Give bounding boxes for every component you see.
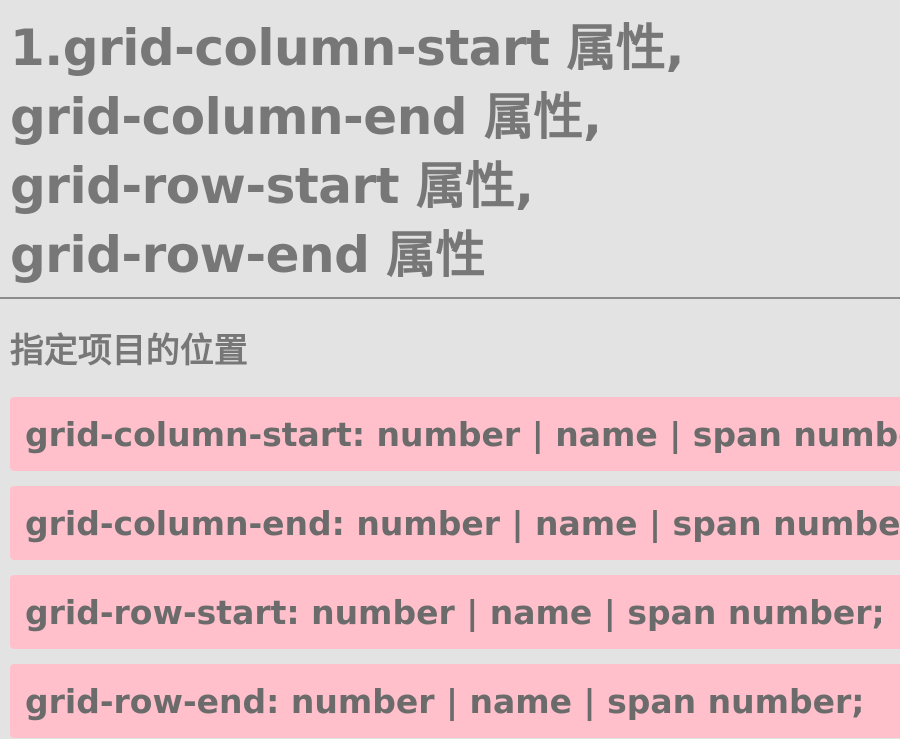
code-item-grid-column-start: grid-column-start: number | name | span … <box>10 397 900 471</box>
code-item-grid-column-end: grid-column-end: number | name | span nu… <box>10 486 900 560</box>
title-line-2: grid-column-end 属性, <box>10 88 602 146</box>
code-item-grid-row-start: grid-row-start: number | name | span num… <box>10 575 900 649</box>
section-subtitle: 指定项目的位置 <box>10 331 248 371</box>
title-line-3: grid-row-start 属性, <box>10 157 534 215</box>
title-line-1: 1.grid-column-start 属性, <box>10 19 684 77</box>
page-title: 1.grid-column-start 属性, grid-column-end … <box>0 0 900 290</box>
code-list: grid-column-start: number | name | span … <box>10 397 900 739</box>
page: 1.grid-column-start 属性, grid-column-end … <box>0 0 900 739</box>
title-line-4: grid-row-end 属性 <box>10 226 486 284</box>
divider <box>0 297 900 299</box>
code-item-grid-row-end: grid-row-end: number | name | span numbe… <box>10 664 900 738</box>
